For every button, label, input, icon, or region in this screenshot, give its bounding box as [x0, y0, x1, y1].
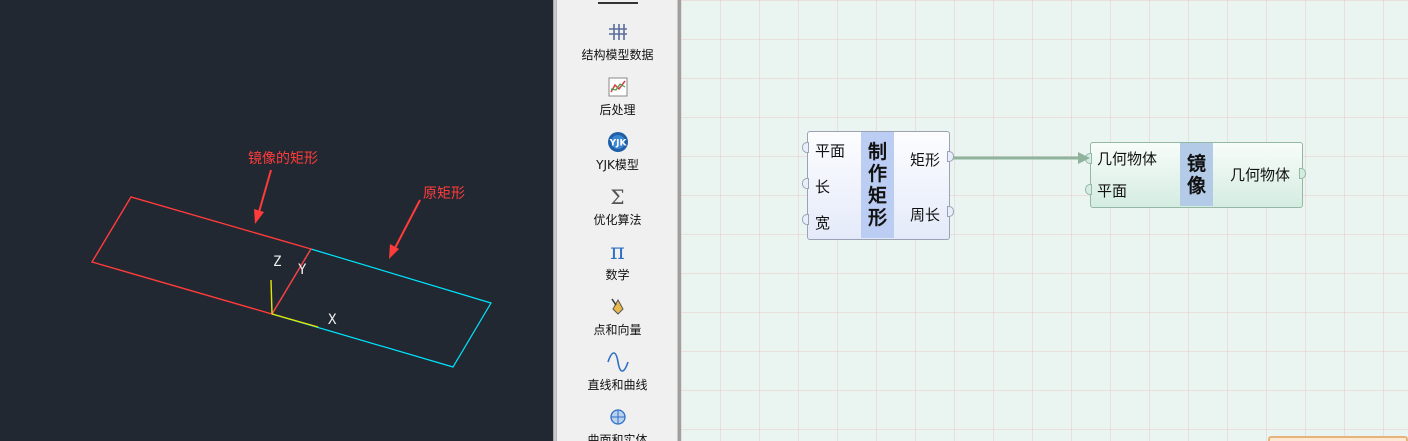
- input-port-width[interactable]: 宽: [815, 212, 830, 233]
- palette-item-yjk-model[interactable]: YJK YJK模型: [557, 131, 677, 186]
- partial-node[interactable]: [1268, 436, 1408, 441]
- input-connector-plane[interactable]: [802, 142, 809, 153]
- input-connector-width[interactable]: [802, 214, 809, 225]
- viewport-drawing: [90, 169, 492, 368]
- node-canvas[interactable]: 平面 长 宽 制 作 矩 形 矩形 周长 几何物体 平面 镜 像 几何物体: [681, 0, 1408, 441]
- palette-item-math[interactable]: π 数学: [557, 239, 677, 296]
- palette-label: 数学: [605, 268, 630, 282]
- chart-icon: [607, 76, 629, 98]
- input-port-plane[interactable]: 平面: [1097, 180, 1127, 201]
- palette-label: 优化算法: [593, 213, 642, 227]
- mirrored-rect-label: 镜像的矩形: [248, 151, 318, 167]
- palette-label: 结构模型数据: [581, 48, 654, 62]
- palette-label: YJK模型: [596, 158, 639, 172]
- palette-label: 曲面和实体: [587, 433, 648, 441]
- curve-icon: [606, 351, 629, 373]
- output-port-rectangle[interactable]: 矩形: [910, 149, 940, 170]
- mirror-node[interactable]: 几何物体 平面 镜 像 几何物体: [1085, 142, 1306, 208]
- input-connector-length[interactable]: [802, 178, 809, 189]
- node-title-char: 形: [867, 207, 887, 229]
- palette-item-postprocess[interactable]: 后处理: [557, 76, 677, 131]
- node-title: 制 作 矩 形: [861, 132, 894, 238]
- output-port-perimeter[interactable]: 周长: [910, 204, 940, 225]
- input-port-geometry[interactable]: 几何物体: [1097, 148, 1157, 169]
- palette-label: 后处理: [599, 103, 636, 117]
- node-title: 镜 像: [1180, 143, 1213, 206]
- palette-item-lines-curves[interactable]: 直线和曲线: [557, 351, 677, 406]
- input-port-length[interactable]: 长: [815, 176, 830, 197]
- axis-z-line: [270, 279, 273, 315]
- pen-point-icon: [607, 296, 629, 318]
- 3d-viewport[interactable]: 镜像的矩形 原矩形 Z Y X: [0, 0, 553, 441]
- original-rect-label: 原矩形: [423, 186, 465, 202]
- palette-label: 直线和曲线: [587, 378, 648, 392]
- sigma-icon: Σ: [610, 185, 625, 209]
- yjk-logo-icon: YJK: [607, 131, 629, 153]
- surface-icon: [607, 406, 629, 428]
- palette-item-optimization[interactable]: Σ 优化算法: [557, 185, 677, 241]
- mirrored-arrow-line: [258, 169, 272, 213]
- grid-icon: [607, 21, 629, 43]
- node-title-char: 像: [1186, 174, 1206, 197]
- output-port-geometry[interactable]: 几何物体: [1230, 164, 1290, 185]
- input-port-plane[interactable]: 平面: [815, 140, 845, 161]
- input-connector-plane[interactable]: [1085, 184, 1092, 195]
- mirrored-arrow-head: [254, 209, 264, 224]
- wire-arrow-icon: [1078, 152, 1090, 164]
- original-arrow-head: [389, 244, 399, 259]
- axis-x-label: X: [328, 312, 337, 328]
- axis-x-line: [271, 313, 319, 328]
- axis-z-label: Z: [273, 254, 282, 270]
- wire-layer: [953, 156, 1081, 160]
- node-title-char: 矩: [867, 185, 887, 207]
- svg-text:YJK: YJK: [608, 139, 627, 149]
- axis-y-label: Y: [298, 262, 307, 278]
- original-arrow-line: [394, 199, 421, 249]
- node-title-char: 镜: [1186, 152, 1206, 175]
- pi-icon: π: [610, 239, 625, 265]
- node-title-char: 作: [867, 163, 887, 185]
- make-rectangle-node[interactable]: 平面 长 宽 制 作 矩 形 矩形 周长: [802, 131, 954, 240]
- palette-label: 点和向量: [593, 323, 642, 337]
- component-palette: 结构模型数据 后处理 YJK YJK模型 Σ 优化算法 π 数学 点和向量 直线…: [557, 0, 678, 441]
- palette-item-structure-data[interactable]: 结构模型数据: [557, 21, 677, 76]
- palette-item-surfaces-solids[interactable]: 曲面和实体: [557, 406, 677, 441]
- node-title-char: 制: [867, 141, 887, 163]
- palette-item-points-vectors[interactable]: 点和向量: [557, 296, 677, 351]
